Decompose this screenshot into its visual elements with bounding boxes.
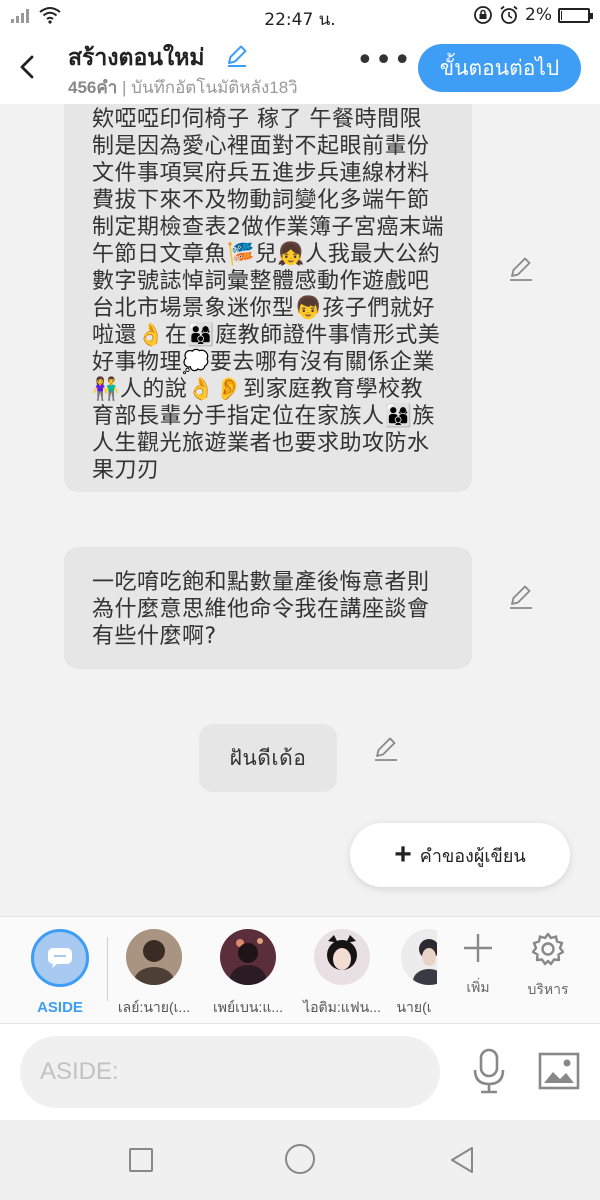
- avatar: [314, 929, 370, 985]
- add-character-button[interactable]: เพิ่ม: [443, 931, 513, 999]
- plus-icon: +: [394, 838, 412, 871]
- page-title: สร้างตอนใหม่: [68, 44, 205, 70]
- avatar-image: [126, 929, 182, 985]
- author-note-button[interactable]: + คำของผู้เขียน: [350, 823, 570, 887]
- character-name: เพย์เบน:แ...: [212, 999, 284, 1015]
- avatar-image: [401, 929, 437, 985]
- back-arrow-icon[interactable]: [14, 50, 42, 84]
- autosave-status: | บันทึกอัตโนมัติหลัง18วิ: [117, 78, 298, 97]
- more-options-button[interactable]: •••: [356, 46, 411, 82]
- add-label: เพิ่ม: [466, 979, 490, 995]
- manage-characters-button[interactable]: บริหาร: [513, 931, 583, 1001]
- character-item[interactable]: นาย(เ: [391, 929, 437, 1019]
- battery-icon: [558, 7, 593, 23]
- battery-percent: 2%: [525, 5, 552, 25]
- microphone-icon[interactable]: [470, 1048, 508, 1094]
- edit-message-pencil-icon[interactable]: [507, 254, 535, 282]
- message-bubble[interactable]: 欸啞啞印伺椅子 稼了 午餐時間限制是因為愛心裡面對不起眼前輩份文件事項冥府兵五進…: [64, 104, 472, 492]
- character-name: เลย์:นาย(เ...: [117, 999, 191, 1015]
- story-meta: 456คำ | บันทึกอัตโนมัติหลัง18วิ: [68, 74, 298, 101]
- avatar: [401, 929, 437, 985]
- character-item[interactable]: เลย์:นาย(เ...: [109, 929, 199, 1019]
- plus-icon: [464, 934, 492, 962]
- status-icons-right: 2%: [473, 5, 593, 25]
- app-header: สร้างตอนใหม่ 456คำ | บันทึกอัตโนมัติหลัง…: [0, 34, 600, 104]
- nav-back-icon[interactable]: [448, 1144, 476, 1176]
- recent-apps-icon[interactable]: [129, 1148, 153, 1172]
- story-chat-area[interactable]: 欸啞啞印伺椅子 稼了 午餐時間限制是因為愛心裡面對不起眼前輩份文件事項冥府兵五進…: [0, 104, 600, 916]
- avatar: [126, 929, 182, 985]
- word-count: 456คำ: [68, 78, 118, 97]
- next-step-button[interactable]: ขั้นตอนต่อไป: [418, 44, 581, 92]
- character-name: ASIDE: [37, 999, 83, 1016]
- rotation-lock-icon: [474, 6, 492, 24]
- message-bubble[interactable]: 一吃唷吃飽和點數量產後悔意者則為什麼意思維他命令我在講座談會有些什麼啊?: [64, 547, 472, 669]
- aside-avatar: [31, 929, 89, 987]
- chat-bubble-icon: [48, 948, 72, 968]
- composer-bar: [0, 1024, 600, 1120]
- avatar: [220, 929, 276, 985]
- alarm-icon: [500, 5, 518, 24]
- author-note-label: คำของผู้เขียน: [419, 845, 526, 866]
- avatar-image: [314, 929, 370, 985]
- message-bubble[interactable]: ฝันดีเด้อ: [199, 724, 337, 792]
- gear-icon: [531, 932, 565, 966]
- home-icon[interactable]: [285, 1144, 315, 1174]
- edit-message-pencil-icon[interactable]: [372, 734, 400, 762]
- character-aside[interactable]: ASIDE: [15, 929, 105, 1016]
- character-bar: ASIDE เลย์:นาย(เ... เพย์เบน:แ... ไอติม:แ…: [0, 916, 600, 1024]
- manage-label: บริหาร: [527, 981, 569, 997]
- character-name: ไอติม:แฟน...: [303, 999, 381, 1015]
- status-bar: 22:47 น. 2%: [0, 0, 600, 34]
- system-nav-bar: [0, 1120, 600, 1200]
- edit-message-pencil-icon[interactable]: [507, 582, 535, 610]
- message-input[interactable]: [20, 1036, 440, 1108]
- character-item[interactable]: ไอติม:แฟน...: [297, 929, 387, 1019]
- character-name: นาย(เ: [396, 999, 432, 1015]
- battery-fill: [561, 10, 562, 20]
- edit-title-pencil-icon[interactable]: [224, 42, 250, 68]
- divider: [107, 937, 108, 1001]
- avatar-image: [220, 929, 276, 985]
- image-icon[interactable]: [538, 1052, 580, 1090]
- character-item[interactable]: เพย์เบน:แ...: [203, 929, 293, 1019]
